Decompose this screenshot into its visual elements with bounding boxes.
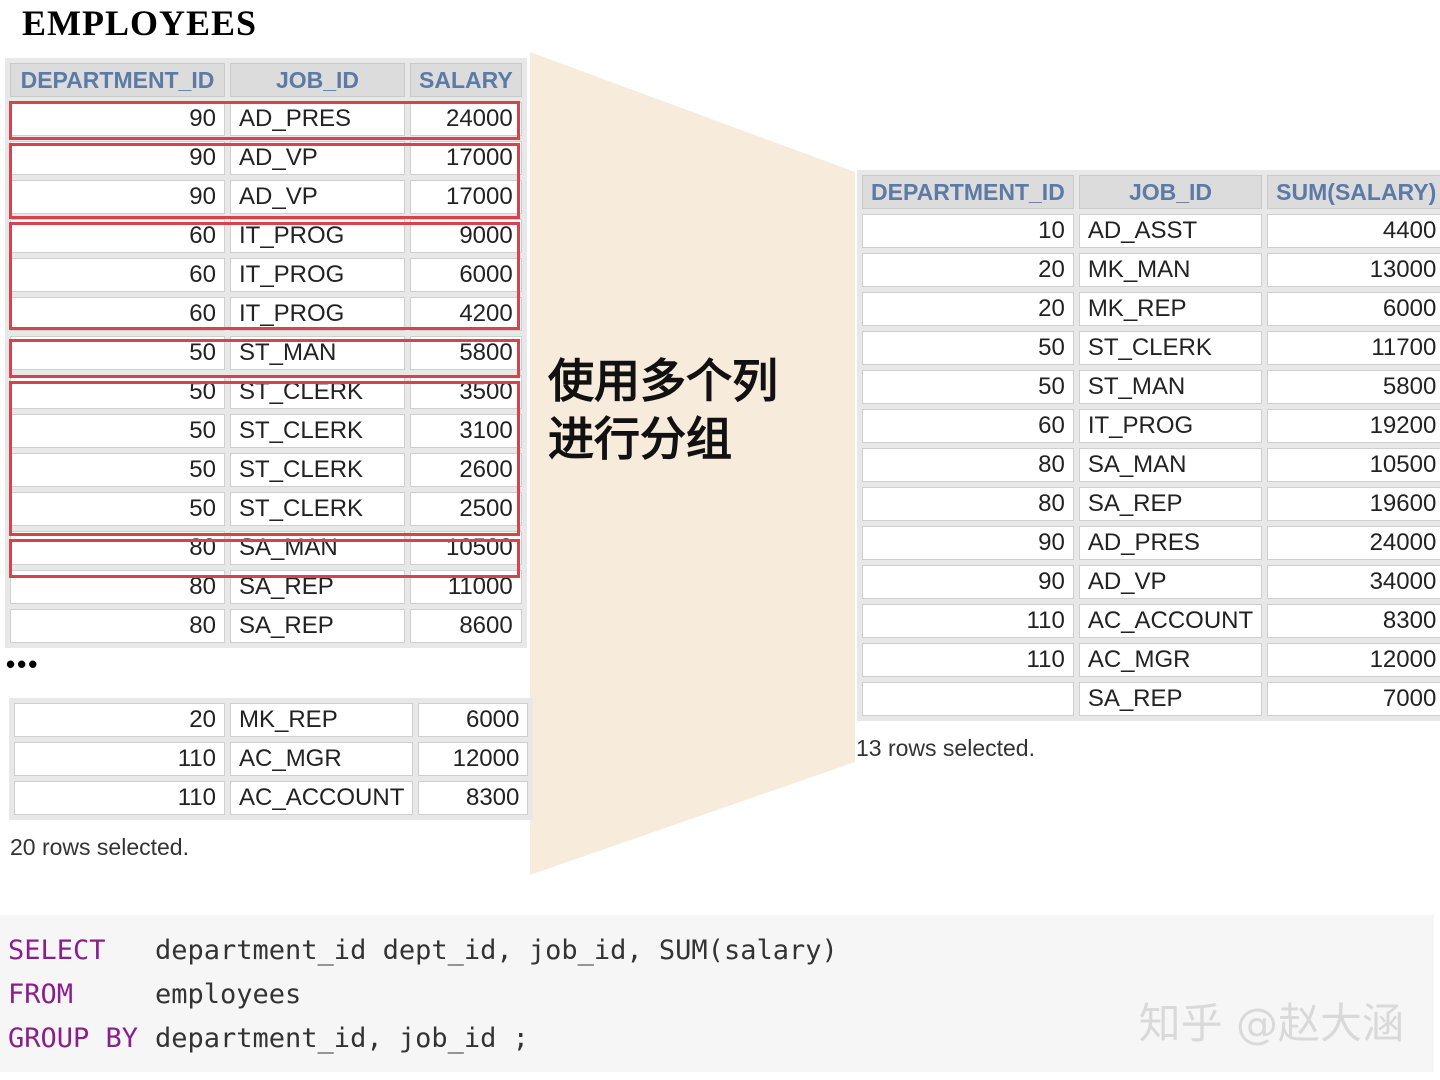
rows-selected-left: 20 rows selected. xyxy=(10,834,189,860)
caption-line-2: 进行分组 xyxy=(548,412,732,466)
table-title: EMPLOYEES xyxy=(22,3,258,43)
sql-keyword: GROUP BY xyxy=(8,1023,139,1054)
cell-job-id: MK_MAN xyxy=(1078,253,1263,287)
sql-text: department_id, job_id ; xyxy=(155,1023,529,1054)
cell-department-id: 110 xyxy=(862,604,1074,638)
ellipsis: ••• xyxy=(6,649,40,679)
employees-table-tail: 20 MK_REP 6000 110 AC_MGR 12000 110 AC_ACCOUNT 8… xyxy=(9,698,534,820)
watermark: 知乎 @赵大涵 xyxy=(1138,999,1404,1048)
cell-department-id: 110 xyxy=(14,781,225,815)
cell-value: 4400 xyxy=(1267,214,1440,248)
cell-department-id: 20 xyxy=(862,292,1074,326)
cell-value: 6000 xyxy=(418,703,529,737)
table-row: 110 AC_ACCOUNT 8300 xyxy=(14,781,529,815)
column-header-sum-salary: SUM(SALARY) xyxy=(1267,175,1440,209)
column-header-department-id: DEPARTMENT_ID xyxy=(862,175,1074,209)
grouped-result-table: DEPARTMENT_ID JOB_ID SUM(SALARY) 10 AD_AS… xyxy=(857,170,1440,721)
cell-job-id: ST_MAN xyxy=(1078,370,1263,404)
cell-department-id: 90 xyxy=(862,565,1074,599)
group-box-50-st-man xyxy=(9,339,520,378)
cell-department-id: 110 xyxy=(14,742,225,776)
cell-job-id: SA_MAN xyxy=(1078,448,1263,482)
cell-job-id: AD_PRES xyxy=(1078,526,1263,560)
table-row: 60 IT_PROG 19200 xyxy=(862,409,1440,443)
table-row: 80 SA_REP 8600 xyxy=(10,609,522,643)
cell-value: 5800 xyxy=(1267,370,1440,404)
code-line-group-by: GROUP BY department_id, job_id ; xyxy=(8,1023,529,1054)
cell-value: 12000 xyxy=(418,742,529,776)
column-header-job-id: JOB_ID xyxy=(230,63,405,97)
sql-text: department_id dept_id, job_id, SUM(salar… xyxy=(155,935,838,966)
cell-department-id: 20 xyxy=(14,703,225,737)
cell-value: 8300 xyxy=(418,781,529,815)
table-row: 10 AD_ASST 4400 xyxy=(862,214,1440,248)
cell-job-id: AC_ACCOUNT xyxy=(1078,604,1263,638)
table-row: 80 SA_REP 19600 xyxy=(862,487,1440,521)
group-box-90-ad-pres xyxy=(9,101,520,140)
cell-department-id: 90 xyxy=(862,526,1074,560)
cell-department-id: 50 xyxy=(862,331,1074,365)
cell-value: 7000 xyxy=(1267,682,1440,716)
cell-job-id: AC_MGR xyxy=(1078,643,1263,677)
group-box-60-it-prog xyxy=(9,222,520,330)
cell-value: 19600 xyxy=(1267,487,1440,521)
cell-department-id: 80 xyxy=(862,448,1074,482)
group-box-90-ad-vp xyxy=(9,143,520,219)
table-row: 20 MK_MAN 13000 xyxy=(862,253,1440,287)
sql-text: employees xyxy=(155,979,302,1010)
cell-department-id: 20 xyxy=(862,253,1074,287)
rows-selected-right: 13 rows selected. xyxy=(856,735,1035,761)
cell-job-id: SA_REP xyxy=(1078,487,1263,521)
caption-line-1: 使用多个列 xyxy=(548,354,778,408)
table-row: 80 SA_MAN 10500 xyxy=(862,448,1440,482)
cell-department-id: 80 xyxy=(10,609,225,643)
cell-department-id: 10 xyxy=(862,214,1074,248)
cell-job-id: MK_REP xyxy=(1078,292,1263,326)
table-row: SA_REP 7000 xyxy=(862,682,1440,716)
sql-keyword: FROM xyxy=(8,979,74,1010)
cell-value: 34000 xyxy=(1267,565,1440,599)
cell-job-id: AD_VP xyxy=(1078,565,1263,599)
cell-department-id: 80 xyxy=(862,487,1074,521)
table-row: 20 MK_REP 6000 xyxy=(14,703,529,737)
column-header-department-id: DEPARTMENT_ID xyxy=(10,63,225,97)
cell-job-id: MK_REP xyxy=(230,703,414,737)
cell-job-id: IT_PROG xyxy=(1078,409,1263,443)
cell-job-id: AD_ASST xyxy=(1078,214,1263,248)
table-row: 50 ST_MAN 5800 xyxy=(862,370,1440,404)
cell-department-id: 60 xyxy=(862,409,1074,443)
cell-value: 11700 xyxy=(1267,331,1440,365)
table-row: 50 ST_CLERK 11700 xyxy=(862,331,1440,365)
cell-value: 12000 xyxy=(1267,643,1440,677)
cell-value: 19200 xyxy=(1267,409,1440,443)
cell-value: 6000 xyxy=(1267,292,1440,326)
cell-department-id: 110 xyxy=(862,643,1074,677)
table-row: 110 AC_MGR 12000 xyxy=(862,643,1440,677)
table-row: 110 AC_ACCOUNT 8300 xyxy=(862,604,1440,638)
column-header-job-id: JOB_ID xyxy=(1078,175,1263,209)
cell-job-id: AC_ACCOUNT xyxy=(230,781,414,815)
table-row: 90 AD_VP 34000 xyxy=(862,565,1440,599)
cell-job-id: ST_CLERK xyxy=(1078,331,1263,365)
table-row: 110 AC_MGR 12000 xyxy=(14,742,529,776)
cell-department-id: 50 xyxy=(862,370,1074,404)
table-row: 20 MK_REP 6000 xyxy=(862,292,1440,326)
code-line-from: FROM employees xyxy=(8,979,301,1010)
cell-department-id xyxy=(862,682,1074,716)
code-line-select: SELECT department_id dept_id, job_id, SUM… xyxy=(8,935,838,966)
cell-job-id: SA_REP xyxy=(230,609,405,643)
sql-keyword: SELECT xyxy=(8,935,106,966)
cell-job-id: SA_REP xyxy=(1078,682,1263,716)
cell-job-id: AC_MGR xyxy=(230,742,414,776)
column-header-salary: SALARY xyxy=(410,63,522,97)
group-box-50-st-clerk xyxy=(9,381,520,536)
cell-value: 10500 xyxy=(1267,448,1440,482)
group-box-80-sa-man xyxy=(9,539,520,578)
cell-value: 24000 xyxy=(1267,526,1440,560)
cell-value: 8600 xyxy=(410,609,522,643)
caption: 使用多个列 进行分组 xyxy=(548,352,778,468)
cell-value: 13000 xyxy=(1267,253,1440,287)
table-row: 90 AD_PRES 24000 xyxy=(862,526,1440,560)
cell-value: 8300 xyxy=(1267,604,1440,638)
